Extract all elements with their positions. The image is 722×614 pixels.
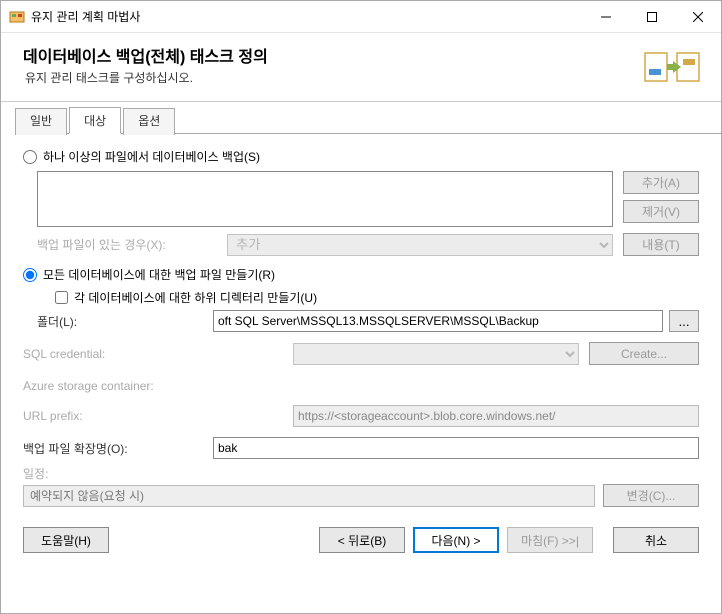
footer-buttons: 도움말(H) < 뒤로(B) 다음(N) > 마침(F) >>| 취소 <box>1 513 721 571</box>
content-panel: 하나 이상의 파일에서 데이터베이스 백업(S) 추가(A) 제거(V) 백업 … <box>1 134 721 513</box>
help-button[interactable]: 도움말(H) <box>23 527 109 553</box>
tab-bar: 일반 대상 옵션 <box>15 106 721 134</box>
tab-options[interactable]: 옵션 <box>123 108 175 135</box>
extension-input[interactable] <box>213 437 699 459</box>
app-icon <box>9 9 25 25</box>
schedule-label: 일정: <box>23 465 699 482</box>
remove-button: 제거(V) <box>623 200 699 223</box>
sql-credential-label: SQL credential: <box>23 347 293 361</box>
file-list-box[interactable] <box>37 171 613 227</box>
if-exists-label: 백업 파일이 있는 경우(X): <box>37 236 227 253</box>
tab-general[interactable]: 일반 <box>15 108 67 135</box>
contents-button: 내용(T) <box>623 233 699 256</box>
radio-backup-every-db[interactable] <box>23 268 37 282</box>
maximize-button[interactable] <box>629 2 675 32</box>
browse-folder-button[interactable]: ... <box>669 310 699 332</box>
titlebar: 유지 관리 계획 마법사 <box>1 1 721 33</box>
tab-destination[interactable]: 대상 <box>69 107 121 134</box>
page-title: 데이터베이스 백업(전체) 태스크 정의 <box>23 43 643 67</box>
close-button[interactable] <box>675 2 721 32</box>
checkbox-subdir[interactable] <box>55 291 68 304</box>
radio-backup-to-files-label[interactable]: 하나 이상의 파일에서 데이터베이스 백업(S) <box>43 148 260 165</box>
minimize-button[interactable] <box>583 2 629 32</box>
change-schedule-button: 변경(C)... <box>603 484 699 507</box>
url-prefix-input <box>293 405 699 427</box>
create-credential-button: Create... <box>589 342 699 365</box>
url-prefix-label: URL prefix: <box>23 409 293 423</box>
back-button[interactable]: < 뒤로(B) <box>319 527 405 553</box>
checkbox-subdir-label[interactable]: 각 데이터베이스에 대한 하위 디렉터리 만들기(U) <box>74 289 317 306</box>
page-subtitle: 유지 관리 태스크를 구성하십시오. <box>25 69 643 86</box>
cancel-button[interactable]: 취소 <box>613 527 699 553</box>
if-exists-select: 추가 <box>227 234 613 256</box>
window-title: 유지 관리 계획 마법사 <box>31 8 583 25</box>
folder-input[interactable] <box>213 310 663 332</box>
next-button[interactable]: 다음(N) > <box>413 527 499 553</box>
wizard-icon <box>643 47 703 87</box>
finish-button: 마침(F) >>| <box>507 527 593 553</box>
add-button: 추가(A) <box>623 171 699 194</box>
radio-backup-to-files[interactable] <box>23 150 37 164</box>
wizard-header: 데이터베이스 백업(전체) 태스크 정의 유지 관리 태스크를 구성하십시오. <box>1 33 721 102</box>
radio-backup-every-db-label[interactable]: 모든 데이터베이스에 대한 백업 파일 만들기(R) <box>43 266 275 283</box>
sql-credential-select <box>293 343 579 365</box>
schedule-value: 예약되지 않음(요청 시) <box>23 485 595 507</box>
folder-label: 폴더(L): <box>37 313 213 330</box>
window-controls <box>583 2 721 32</box>
azure-container-label: Azure storage container: <box>23 379 293 393</box>
extension-label: 백업 파일 확장명(O): <box>23 440 213 457</box>
